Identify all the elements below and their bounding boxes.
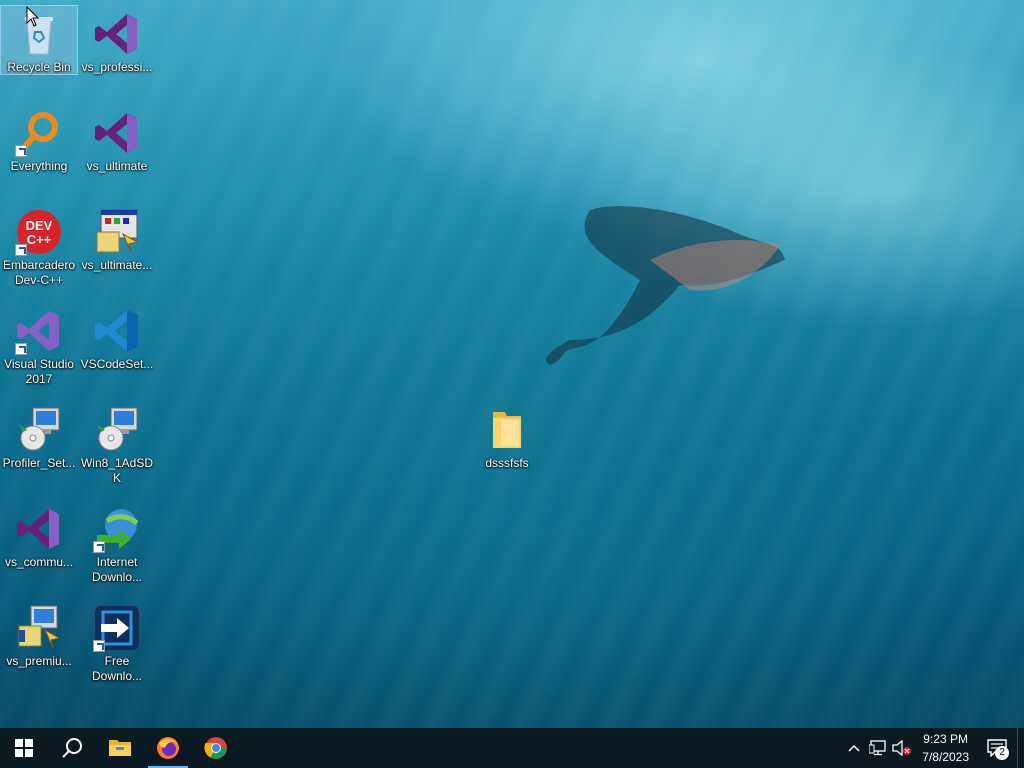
desktop-icon-win8-sdk[interactable]: Win8_1AdSDK [79, 402, 155, 494]
desktop-icon-label: vs_commu... [4, 555, 73, 569]
shortcut-arrow-icon [15, 244, 27, 256]
setup-cd-icon [93, 406, 141, 454]
clock-date: 7/8/2023 [922, 750, 969, 764]
mouse-cursor-icon [26, 6, 40, 27]
shortcut-arrow-icon [15, 145, 27, 157]
show-hidden-icons-button[interactable] [842, 728, 866, 768]
internet-download-manager-icon [93, 505, 141, 553]
desktop-icon-label: vs_ultimate [86, 159, 148, 173]
setup-cd-icon [15, 406, 63, 454]
network-button[interactable] [866, 728, 890, 768]
desktop-icon-label: Everything [10, 159, 68, 173]
windows-start-icon [15, 739, 33, 757]
chrome-button[interactable] [192, 728, 240, 768]
desktop-icon-label: vs_ultimate... [81, 258, 153, 272]
system-tray: 9:23 PM 7/8/2023 2 [842, 728, 1024, 768]
shortcut-arrow-icon [15, 343, 27, 355]
desktop-icon-vs-community[interactable]: vs_commu... [1, 501, 77, 593]
desktop-icon-devcpp[interactable]: DEV C++ Embarcadero Dev-C++ [1, 204, 77, 296]
shortcut-arrow-icon [93, 541, 105, 553]
desktop-icon-free-download-manager[interactable]: Free Downlo... [79, 600, 155, 692]
desktop-icon-label: VSCodeSet... [80, 357, 154, 371]
visual-studio-icon [15, 505, 63, 553]
desktop-icon-label: Internet Downlo... [91, 555, 143, 584]
desktop-icon-label: Free Downlo... [91, 654, 143, 683]
everything-search-icon [15, 109, 63, 157]
chrome-icon [204, 737, 227, 759]
clock-time: 9:23 PM [923, 732, 968, 746]
devcpp-icon: DEV C++ [15, 208, 63, 256]
svg-text:C++: C++ [27, 232, 52, 247]
action-center-button[interactable]: 2 [977, 728, 1017, 768]
search-icon [62, 738, 82, 758]
desktop-icon-label: vs_professi... [81, 60, 153, 74]
desktop-icon-folder-dsssfsfs[interactable]: dsssfsfs [469, 402, 545, 494]
desktop-icon-label: Profiler_Set... [2, 456, 76, 470]
search-button[interactable] [48, 728, 96, 768]
network-icon [869, 740, 886, 756]
desktop-icon-label: Visual Studio 2017 [4, 357, 74, 386]
free-download-manager-icon [93, 604, 141, 652]
desktop-icon-label: vs_premiu... [6, 654, 72, 668]
desktop-icon-vs-ultimate[interactable]: vs_ultimate [79, 105, 155, 197]
file-explorer-icon [109, 740, 131, 756]
taskbar: 9:23 PM 7/8/2023 2 [0, 728, 1024, 768]
vscode-icon [93, 307, 141, 355]
desktop-icon-vscode-setup[interactable]: VSCodeSet... [79, 303, 155, 395]
desktop-icon-profiler-setup[interactable]: Profiler_Set... [1, 402, 77, 494]
desktop[interactable]: Recycle Bin Everything DEV C++ Embarcade… [0, 0, 1024, 728]
visual-studio-icon [93, 109, 141, 157]
desktop-icon-internet-download-manager[interactable]: Internet Downlo... [79, 501, 155, 593]
folder-icon [483, 406, 531, 454]
installer-icon [93, 208, 141, 256]
desktop-icon-vs-premium[interactable]: vs_premiu... [1, 600, 77, 692]
desktop-icon-vs-ultimate-installer[interactable]: vs_ultimate... [79, 204, 155, 296]
notification-count-badge: 2 [995, 746, 1009, 760]
volume-button[interactable] [890, 728, 914, 768]
desktop-icon-vs-professional[interactable]: vs_professi... [79, 6, 155, 98]
file-explorer-button[interactable] [96, 728, 144, 768]
taskbar-clock[interactable]: 9:23 PM 7/8/2023 [914, 730, 977, 766]
desktop-icon-visual-studio-2017[interactable]: Visual Studio 2017 [1, 303, 77, 395]
volume-muted-icon [892, 740, 912, 756]
installer-icon [15, 604, 63, 652]
desktop-icon-everything[interactable]: Everything [1, 105, 77, 197]
desktop-icon-label: Embarcadero Dev-C++ [2, 258, 76, 287]
visual-studio-icon [15, 307, 63, 355]
desktop-icon-label: dsssfsfs [485, 456, 529, 470]
shortcut-arrow-icon [93, 640, 105, 652]
firefox-button[interactable] [144, 728, 192, 768]
show-desktop-button[interactable] [1017, 728, 1024, 768]
chevron-up-icon [848, 744, 860, 752]
visual-studio-icon [93, 10, 141, 58]
desktop-icon-label: Recycle Bin [7, 60, 71, 74]
start-button[interactable] [0, 728, 48, 768]
svg-text:DEV: DEV [26, 218, 53, 233]
desktop-icon-label: Win8_1AdSDK [80, 456, 154, 485]
firefox-icon [157, 737, 179, 759]
